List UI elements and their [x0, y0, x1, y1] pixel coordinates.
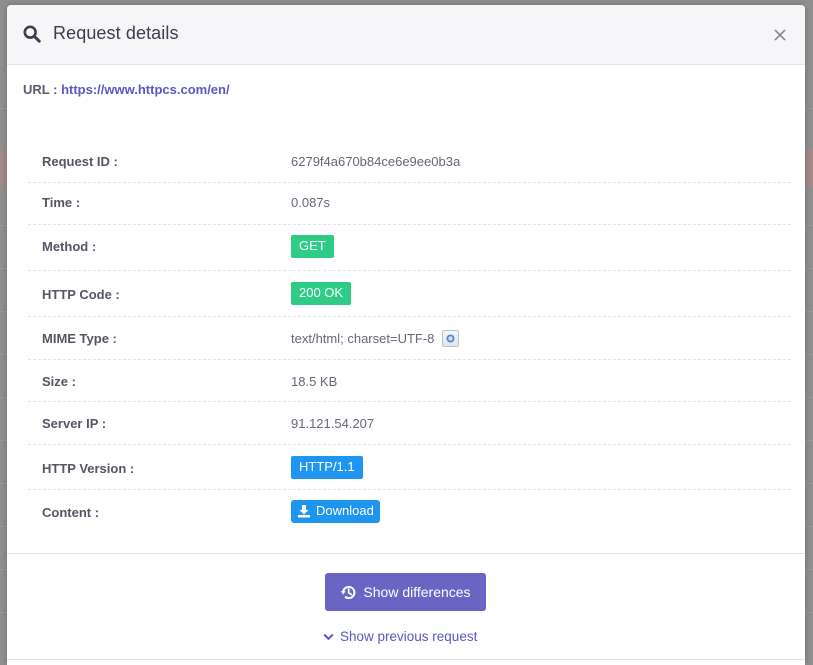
footer-divider	[7, 553, 805, 554]
history-icon	[341, 585, 356, 599]
http-code-value: 200 OK	[291, 282, 352, 305]
download-button[interactable]: Download	[291, 500, 380, 523]
request-id-label: Request ID :	[42, 154, 118, 169]
time-label: Time :	[42, 195, 81, 210]
modal-header: Request details	[7, 5, 805, 65]
status-badge: 200 OK	[291, 282, 352, 305]
close-icon[interactable]	[769, 24, 791, 46]
chevron-down-icon	[323, 633, 334, 640]
http-version-badge: HTTP/1.1	[291, 456, 363, 479]
http-version-value: HTTP/1.1	[291, 456, 363, 479]
size-value: 18.5 KB	[291, 374, 338, 389]
detail-row-http-code: HTTP Code : 200 OK	[28, 271, 791, 317]
view-source-icon[interactable]	[442, 330, 460, 347]
url-link[interactable]: https://www.httpcs.com/en/	[61, 82, 230, 97]
detail-row-content: Content : Download	[28, 490, 791, 536]
show-differences-label: Show differences	[363, 584, 471, 600]
url-label: URL :	[23, 82, 58, 97]
download-label: Download	[316, 503, 374, 518]
show-differences-button[interactable]: Show differences	[325, 573, 486, 611]
show-previous-label: Show previous request	[340, 629, 478, 644]
detail-row-request-id: Request ID : 6279f4a670b84ce6e9ee0b3a	[28, 145, 791, 183]
http-code-label: HTTP Code :	[42, 287, 120, 302]
mime-type-value: text/html; charset=UTF-8	[291, 330, 460, 347]
method-value: GET	[291, 235, 334, 258]
show-previous-request-link[interactable]: Show previous request	[323, 629, 477, 644]
search-icon	[23, 25, 41, 43]
size-label: Size :	[42, 374, 76, 389]
http-version-label: HTTP Version :	[42, 461, 135, 476]
download-icon	[298, 505, 310, 518]
detail-row-method: Method : GET	[28, 225, 791, 271]
detail-row-mime-type: MIME Type : text/html; charset=UTF-8	[28, 317, 791, 360]
content-label: Content :	[42, 505, 100, 520]
server-ip-label: Server IP :	[42, 416, 107, 431]
content-value: Download	[291, 500, 380, 523]
request-details-modal: Request details URL : https://www.httpcs…	[7, 5, 805, 665]
method-label: Method :	[42, 239, 97, 254]
detail-row-size: Size : 18.5 KB	[28, 360, 791, 402]
mime-type-text: text/html; charset=UTF-8	[291, 331, 435, 346]
time-value: 0.087s	[291, 195, 331, 210]
url-line: URL : https://www.httpcs.com/en/	[23, 82, 230, 97]
detail-row-server-ip: Server IP : 91.121.54.207	[28, 402, 791, 445]
mime-type-label: MIME Type :	[42, 331, 117, 346]
server-ip-value: 91.121.54.207	[291, 416, 375, 431]
bottom-divider	[7, 659, 805, 660]
modal-title: Request details	[53, 23, 179, 43]
details-table: Request ID : 6279f4a670b84ce6e9ee0b3a Ti…	[28, 145, 791, 536]
detail-row-http-version: HTTP Version : HTTP/1.1	[28, 445, 791, 490]
request-id-value: 6279f4a670b84ce6e9ee0b3a	[291, 154, 461, 169]
detail-row-time: Time : 0.087s	[28, 183, 791, 225]
method-badge: GET	[291, 235, 334, 258]
